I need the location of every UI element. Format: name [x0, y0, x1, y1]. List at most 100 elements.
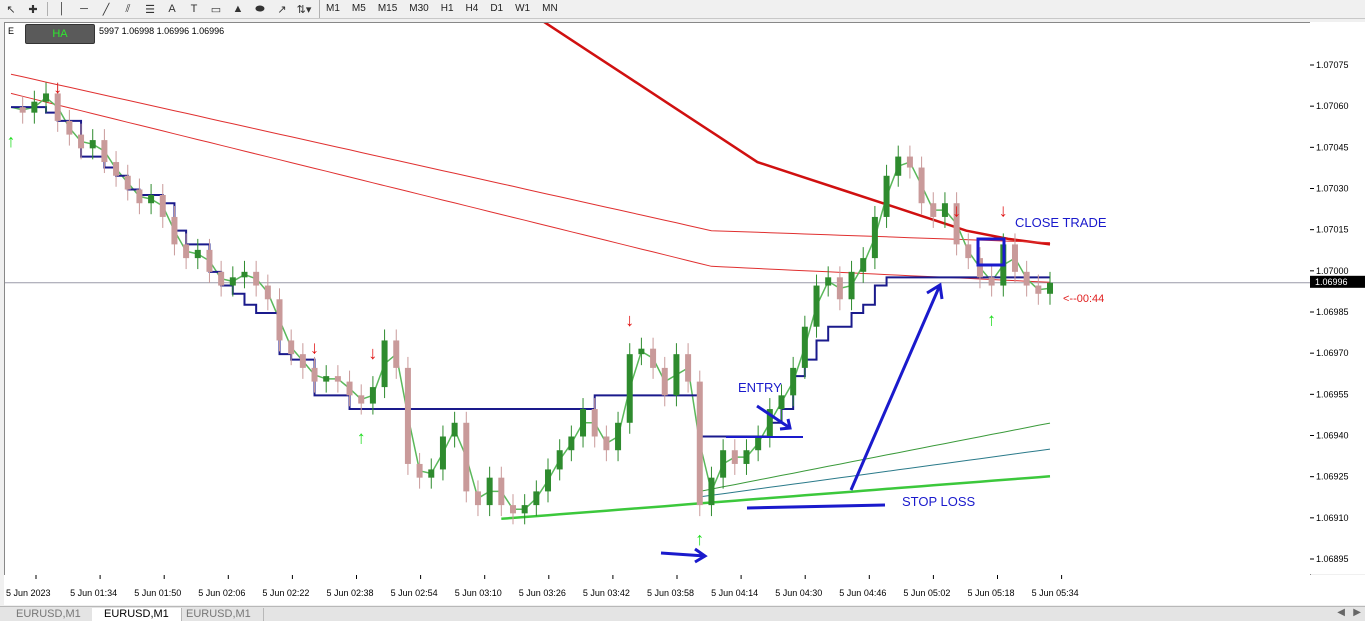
price-tick-label: 1.06955	[1316, 389, 1349, 399]
chart-area[interactable]: ↓ ↓ ↓ ↓ ↓ ↓ ↑ ↑ ↑ ↑ ENTRY CLOSE TRADE STOP LOSS <--00…	[4, 0, 1311, 576]
time-tick-label: 5 Jun 2023	[6, 588, 51, 598]
tf-m15[interactable]: M15	[372, 0, 403, 18]
candle-body	[521, 505, 528, 514]
time-tick-label: 5 Jun 05:18	[968, 588, 1015, 598]
candle-body	[451, 422, 458, 437]
tf-m30[interactable]: M30	[403, 0, 434, 18]
candle-body	[486, 477, 493, 506]
candle-body	[136, 189, 143, 204]
candle-body	[218, 271, 225, 286]
current-price-label: 1.06996	[1315, 277, 1348, 287]
price-tick-label: 1.07000	[1316, 266, 1349, 276]
price-tick-label: 1.06970	[1316, 348, 1349, 358]
ellipse-icon[interactable]: ⬬	[249, 0, 271, 18]
price-tick-label: 1.07030	[1316, 184, 1349, 194]
candle-body	[930, 203, 937, 217]
price-axis: 1.07075 1.07060 1.07045 1.07030 1.07015 1.070…	[1310, 22, 1365, 574]
price-tick-label: 1.07060	[1316, 101, 1349, 111]
cursor-icon[interactable]: ↖	[0, 0, 22, 18]
candle-body	[101, 140, 108, 163]
fibo-fan-icon[interactable]: ↗	[271, 0, 293, 18]
candle-body	[813, 285, 820, 327]
label-icon[interactable]: T	[183, 0, 205, 18]
candle-body	[241, 271, 248, 278]
candle-body	[941, 203, 948, 217]
heiken-ashi-badge[interactable]: HA	[25, 24, 95, 44]
candle-body	[439, 436, 446, 470]
crosshair-icon[interactable]: ✚	[22, 0, 44, 18]
tab-eurusd-3[interactable]: EURUSD,M1	[174, 608, 264, 621]
candle-body	[253, 271, 260, 286]
arrows-icon[interactable]: ⇅▾	[293, 0, 315, 18]
sell-arrow-icon: ↓	[625, 310, 634, 330]
tf-m5[interactable]: M5	[346, 0, 372, 18]
candle-body	[311, 367, 318, 382]
trend-up-arrow	[849, 282, 944, 491]
horizontal-line-icon[interactable]: ─	[73, 0, 95, 18]
sell-arrow-icon: ↓	[999, 200, 1008, 220]
price-tick-label: 1.06925	[1316, 472, 1349, 482]
tf-h4[interactable]: H4	[460, 0, 485, 18]
candle-body	[661, 367, 668, 396]
candle-body	[568, 436, 575, 451]
chart-tabs: EURUSD,M1 EURUSD,M1 EURUSD,M1 ◀ ▶	[0, 606, 1365, 621]
candle-body	[428, 469, 435, 478]
time-tick-label: 5 Jun 03:10	[455, 588, 502, 598]
candle-body	[78, 134, 85, 149]
text-icon[interactable]: A	[161, 0, 183, 18]
symbol-prefix: E	[8, 26, 15, 36]
triangle-icon[interactable]: ▲	[227, 0, 249, 18]
toolbar: ↖ ✚ │ ─ ╱ ⫽ ☰ A T ▭ ▲ ⬬ ↗ ⇅▾ M1 M5 M15 M…	[0, 0, 1365, 19]
candle-body	[474, 491, 481, 506]
candle-body	[288, 340, 295, 355]
price-smooth-line	[10, 96, 1051, 510]
trendline-icon[interactable]: ╱	[95, 0, 117, 18]
tf-w1[interactable]: W1	[509, 0, 536, 18]
tf-mn[interactable]: MN	[536, 0, 564, 18]
candle-body	[194, 249, 201, 259]
candle-body	[603, 436, 610, 451]
sell-arrow-icon: ↓	[952, 200, 961, 220]
time-axis: 5 Jun 2023 5 Jun 01:34 5 Jun 01:50 5 Jun 02…	[4, 575, 1365, 605]
scroll-right-icon[interactable]: ▶	[1353, 607, 1361, 618]
candle-body	[171, 216, 178, 245]
candle-body	[650, 348, 657, 368]
candle-body	[825, 277, 832, 286]
candle-body	[673, 354, 680, 396]
candle-body	[416, 463, 423, 478]
buy-arrow-icon: ↑	[7, 131, 16, 151]
candle-body	[988, 277, 995, 286]
candle-body	[66, 120, 73, 135]
tab-eurusd-2[interactable]: EURUSD,M1	[92, 608, 182, 621]
candle-body	[498, 477, 505, 506]
tab-eurusd-1[interactable]: EURUSD,M1	[4, 608, 94, 621]
rectangle-icon[interactable]: ▭	[205, 0, 227, 18]
tf-d1[interactable]: D1	[484, 0, 509, 18]
candle-body	[1023, 271, 1030, 286]
vertical-line-icon[interactable]: │	[51, 0, 73, 18]
candle-body	[731, 450, 738, 464]
scroll-left-icon[interactable]: ◀	[1337, 607, 1345, 618]
fibonacci-icon[interactable]: ☰	[139, 0, 161, 18]
time-tick-label: 5 Jun 04:14	[711, 588, 758, 598]
candle-body	[848, 271, 855, 300]
close-trade-annotation: CLOSE TRADE	[1015, 215, 1107, 230]
chart-svg: ↓ ↓ ↓ ↓ ↓ ↓ ↑ ↑ ↑ ↑ ENTRY CLOSE TRADE STOP LOSS <--00…	[5, 0, 1310, 564]
candle-body	[696, 381, 703, 506]
candle-body	[545, 469, 552, 492]
candle-body	[965, 244, 972, 259]
tf-h1[interactable]: H1	[435, 0, 460, 18]
time-tick-label: 5 Jun 05:02	[903, 588, 950, 598]
tf-m1[interactable]: M1	[320, 0, 346, 18]
candle-body	[381, 340, 388, 388]
candle-body	[591, 409, 598, 437]
price-tick-label: 1.06895	[1316, 554, 1349, 564]
time-tick-label: 5 Jun 03:58	[647, 588, 694, 598]
candle-body	[358, 395, 365, 404]
candle-body	[346, 381, 353, 396]
channel-icon[interactable]: ⫽	[117, 0, 139, 18]
stop-loss-line	[746, 503, 886, 510]
sell-arrow-icon: ↓	[53, 77, 62, 97]
red-ma-upper	[10, 73, 1051, 244]
candle-body	[638, 348, 645, 355]
